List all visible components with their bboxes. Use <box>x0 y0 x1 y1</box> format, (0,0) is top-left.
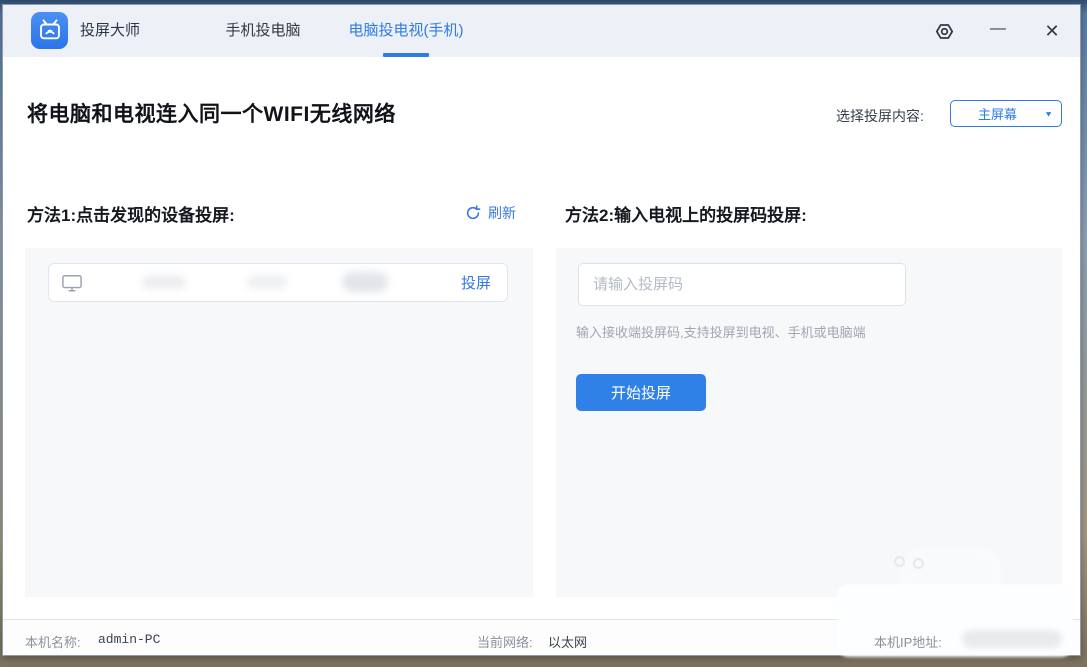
network-label: 当前网络: <box>477 632 533 651</box>
titlebar: 投屏大师 手机投电脑 电脑投电视(手机) — ✕ <box>3 5 1080 57</box>
host-name-value: admin-PC <box>98 632 160 647</box>
settings-button[interactable] <box>930 17 958 45</box>
monitor-icon <box>61 273 83 293</box>
window-controls: — ✕ <box>930 5 1066 57</box>
tab-phone-to-pc[interactable]: 手机投电脑 <box>211 5 315 57</box>
blur-artifact <box>894 556 905 567</box>
refresh-button[interactable]: 刷新 <box>465 203 516 223</box>
ip-address-label: 本机IP地址: <box>874 632 942 651</box>
cast-content-selected-value: 主屏幕 <box>951 104 1044 123</box>
refresh-label: 刷新 <box>488 203 516 223</box>
cast-code-input[interactable] <box>578 263 906 306</box>
gear-icon <box>934 21 955 42</box>
minimize-button[interactable]: — <box>984 17 1012 45</box>
app-title: 投屏大师 <box>80 5 140 57</box>
blur-artifact <box>913 558 924 569</box>
ip-address-censored <box>962 630 1062 648</box>
tab-pc-to-tv[interactable]: 电脑投电视(手机) <box>335 5 477 57</box>
chevron-down-icon: ▼ <box>1044 109 1053 118</box>
app-logo-icon <box>31 12 68 49</box>
close-icon: ✕ <box>1044 22 1059 40</box>
device-name-censored <box>87 265 477 300</box>
active-tab-underline <box>383 53 429 57</box>
start-cast-button[interactable]: 开始投屏 <box>576 374 706 411</box>
cast-device-button[interactable]: 投屏 <box>461 264 491 303</box>
discovered-device-row[interactable]: 投屏 <box>48 263 508 302</box>
close-button[interactable]: ✕ <box>1038 17 1066 45</box>
refresh-icon <box>465 205 481 221</box>
page-title: 将电脑和电视连入同一个WIFI无线网络 <box>27 98 396 128</box>
app-window: 投屏大师 手机投电脑 电脑投电视(手机) — ✕ 将电脑和电视连入同一个WIFI… <box>2 4 1081 656</box>
method2-heading: 方法2:输入电视上的投屏码投屏: <box>565 201 807 226</box>
host-name-label: 本机名称: <box>25 632 81 651</box>
cast-content-label: 选择投屏内容: <box>836 106 924 126</box>
method1-heading: 方法1:点击发现的设备投屏: <box>27 201 235 226</box>
cast-code-helper-text: 输入接收端投屏码,支持投屏到电视、手机或电脑端 <box>576 322 866 341</box>
minimize-icon: — <box>990 21 1006 37</box>
network-value: 以太网 <box>548 632 587 651</box>
cast-content-select[interactable]: 主屏幕 ▼ <box>950 100 1062 127</box>
